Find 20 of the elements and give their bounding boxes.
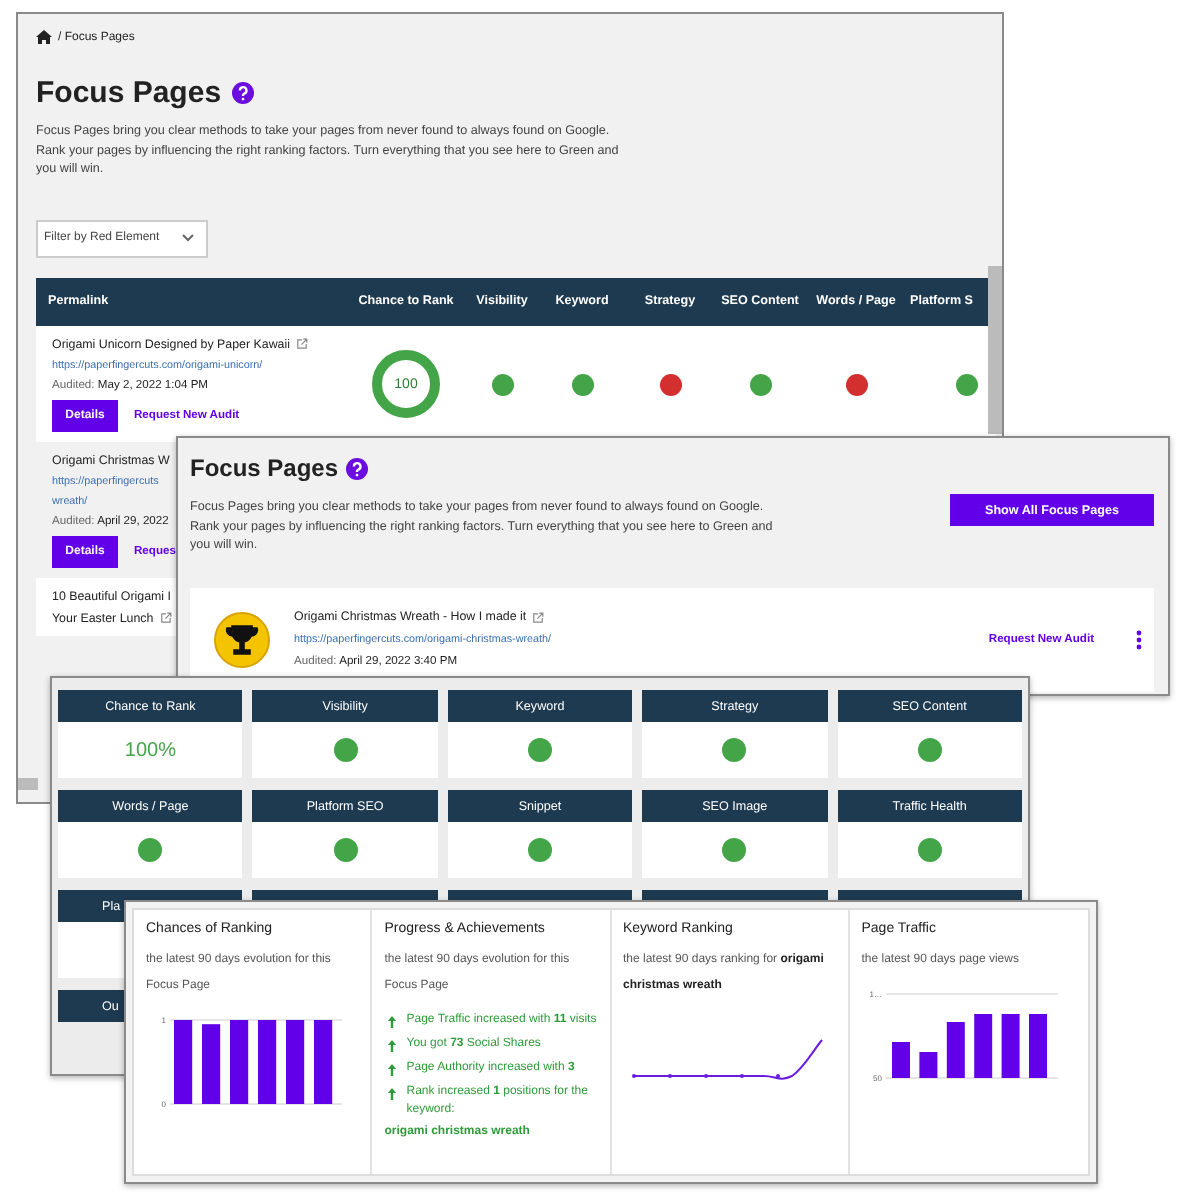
page-heading: Focus Pages (36, 76, 222, 110)
external-link-icon[interactable] (532, 611, 545, 623)
panel-heading: Focus Pages (190, 454, 339, 482)
more-icon[interactable] (1136, 629, 1142, 649)
chevron-down-icon (182, 234, 194, 242)
scroll-handle[interactable] (18, 778, 38, 790)
chart-bar (314, 1020, 333, 1104)
scrollbar[interactable] (988, 266, 1002, 434)
chart-bar (174, 1020, 193, 1104)
help-icon[interactable] (231, 82, 254, 104)
trophy-icon (214, 611, 270, 667)
home-icon[interactable] (36, 30, 52, 44)
chart-bar (258, 1020, 277, 1104)
external-link-icon[interactable] (159, 612, 172, 624)
help-icon[interactable] (346, 457, 369, 479)
chart-bar (230, 1020, 249, 1104)
chart-bar (202, 1024, 221, 1104)
external-link-icon[interactable] (296, 338, 308, 350)
metric-value: 100% (124, 739, 176, 761)
chart-bar (286, 1020, 305, 1104)
